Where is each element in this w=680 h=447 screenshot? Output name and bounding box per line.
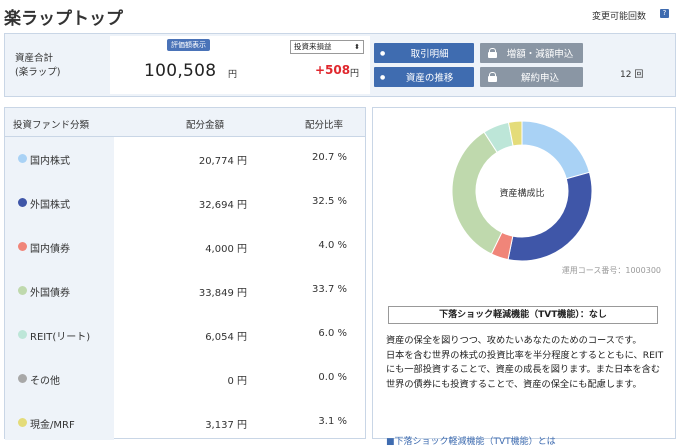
row-category: 外国債券 [30, 288, 70, 299]
increase-decrease-button[interactable]: 増額・減額申込 [480, 43, 583, 63]
row-category: 国内株式 [30, 156, 70, 167]
lock-icon [488, 72, 497, 82]
chevron-updown-icon: ⬍ [354, 43, 360, 51]
table-row: REIT(リート) 6,054 円 6.0 % [5, 313, 365, 357]
row-amount: 3,137 円 [205, 420, 247, 431]
header-amount: 配分金額 [186, 120, 225, 131]
row-ratio: 20.7 % [312, 152, 347, 163]
tvt-status-box: 下落ショック軽減機能（TVT機能）：なし [388, 306, 658, 324]
help-icon[interactable]: ? [660, 9, 669, 18]
gain-value: +508 [315, 63, 351, 77]
row-category: REIT(リート) [30, 332, 91, 343]
chart-panel: 資産構成比 運用コース番号：1000300 下落ショック軽減機能（TVT機能）：… [372, 107, 676, 447]
row-ratio: 6.0 % [318, 328, 347, 339]
table-row: 外国株式 32,694 円 32.5 % [5, 181, 365, 225]
legend-dot-icon [18, 418, 27, 427]
allocation-table: 投資ファンド分類 配分金額 配分比率 国内株式 20,774 円 20.7 % 外国株… [4, 107, 366, 440]
table-row: その他 0 円 0.0 % [5, 357, 365, 401]
row-ratio: 33.7 % [312, 284, 347, 295]
row-amount: 20,774 円 [198, 156, 247, 167]
row-category: 外国株式 [30, 200, 70, 211]
row-amount: 32,694 円 [198, 200, 247, 211]
row-amount: 4,000 円 [205, 244, 247, 255]
legend-dot-icon [18, 154, 27, 163]
legend-dot-icon [18, 330, 27, 339]
table-row: 国内株式 20,774 円 20.7 % [5, 137, 365, 181]
row-ratio: 3.1 % [318, 416, 347, 427]
summary-value-box: 評価額表示 100,508 円 投資来損益 ⬍ +508 円 [110, 36, 370, 94]
row-amount: 33,849 円 [198, 288, 247, 299]
cancel-button[interactable]: 解約申込 [480, 67, 583, 87]
course-number: 運用コース番号：1000300 [561, 266, 661, 275]
total-amount: 100,508 [144, 61, 217, 81]
row-amount: 0 円 [227, 376, 247, 387]
profit-type-select[interactable]: 投資来損益 ⬍ [290, 40, 364, 54]
donut-center-label: 資産構成比 [499, 189, 545, 199]
page-title: 楽ラップトップ [4, 9, 123, 29]
profit-type-select-value: 投資来損益 [294, 42, 332, 51]
asset-summary-panel: 資産合計 (楽ラップ) 評価額表示 100,508 円 投資来損益 ⬍ +508… [4, 33, 676, 97]
row-ratio: 0.0 % [318, 372, 347, 383]
legend-dot-icon [18, 242, 27, 251]
legend-dot-icon [18, 286, 27, 295]
transactions-button[interactable]: ● 取引明細 [374, 43, 474, 63]
total-amount-unit: 円 [228, 70, 238, 80]
donut-slice [521, 120, 591, 180]
change-count-label: 変更可能回数 [592, 12, 647, 22]
row-category: その他 [30, 376, 60, 387]
legend-dot-icon [18, 374, 27, 383]
row-ratio: 32.5 % [312, 196, 347, 207]
gain-unit: 円 [350, 69, 360, 79]
row-category: 現金/MRF [30, 420, 75, 431]
lock-icon [488, 48, 497, 58]
total-assets-label: 資産合計 (楽ラップ) [15, 53, 61, 78]
header-category: 投資ファンド分類 [13, 120, 90, 131]
asset-history-button[interactable]: ● 資産の推移 [374, 67, 474, 87]
header-ratio: 配分比率 [305, 120, 344, 131]
table-row: 外国債券 33,849 円 33.7 % [5, 269, 365, 313]
change-count-value: 12 回 [620, 70, 644, 80]
table-row: 現金/MRF 3,137 円 3.1 % [5, 401, 365, 445]
tvt-info-link[interactable]: ■下落ショック軽減機能（TVT機能）とは [386, 434, 556, 447]
table-header: 投資ファンド分類 配分金額 配分比率 [5, 108, 365, 137]
row-amount: 6,054 円 [205, 332, 247, 343]
course-description: 資産の保全を図りつつ、攻めたいあなたのためのコースです。 日本を含む世界の株式の… [386, 335, 664, 390]
row-category: 国内債券 [30, 244, 70, 255]
eval-badge: 評価額表示 [167, 39, 210, 51]
table-row: 国内債券 4,000 円 4.0 % [5, 225, 365, 269]
row-ratio: 4.0 % [318, 240, 347, 251]
legend-dot-icon [18, 198, 27, 207]
